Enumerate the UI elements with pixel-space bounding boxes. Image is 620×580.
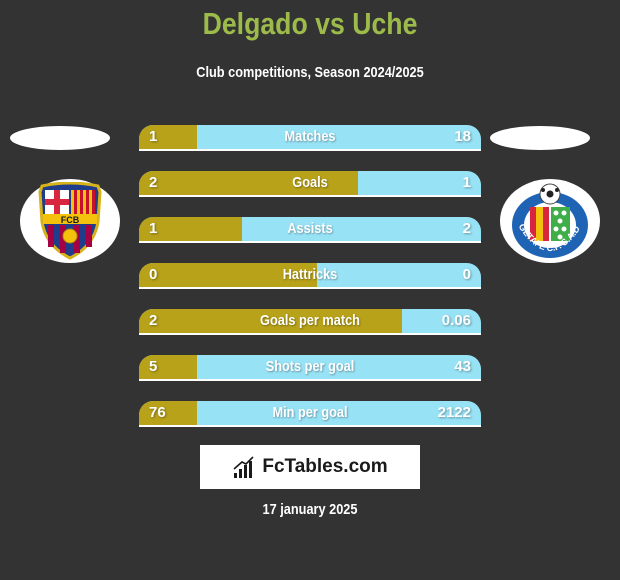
right-player-value: 2 — [462, 220, 471, 237]
fctables-brand[interactable]: FcTables.com — [200, 445, 420, 489]
left-player-value: 2 — [149, 174, 158, 191]
right-player-value: 0 — [462, 266, 471, 283]
stat-row: 76 Min per goal 2122 — [139, 401, 481, 427]
stat-label: Matches — [284, 128, 336, 145]
right-player-value: 18 — [454, 128, 471, 145]
bar-chart-icon — [233, 456, 254, 478]
stat-label: Assists — [287, 220, 333, 237]
left-team-logo[interactable]: FCB — [20, 179, 120, 263]
right-player-value: 43 — [454, 358, 471, 375]
competition-subtitle: Club competitions, Season 2024/2025 — [196, 64, 424, 81]
left-player-value: 1 — [149, 128, 158, 145]
crest-text: FCB — [61, 215, 80, 225]
right-player-value: 0.06 — [441, 312, 471, 329]
left-player-value: 76 — [149, 404, 166, 421]
left-player-value: 1 — [149, 220, 158, 237]
stat-label: Shots per goal — [265, 358, 355, 375]
stat-row: 2 Goals per match 0.06 — [139, 309, 481, 335]
right-team-logo[interactable]: GETAFE C.F. S.A.D. — [500, 179, 600, 263]
left-player-value: 2 — [149, 312, 158, 329]
stat-row: 2 Goals 1 — [139, 171, 481, 197]
stat-label: Min per goal — [272, 404, 348, 421]
getafe-cf-crest-icon: GETAFE C.F. S.A.D. — [508, 181, 588, 258]
brand-name: FcTables.com — [262, 456, 388, 477]
stat-label: Goals per match — [260, 312, 360, 329]
left-player-value: 0 — [149, 266, 158, 283]
fc-barcelona-crest-icon: FCB — [38, 182, 102, 260]
right-player-oval — [490, 126, 590, 150]
right-player-value: 1 — [462, 174, 471, 191]
stat-label: Hattricks — [282, 266, 338, 283]
stat-row: 1 Matches 18 — [139, 125, 481, 151]
left-player-value: 5 — [149, 358, 158, 375]
stat-row: 5 Shots per goal 43 — [139, 355, 481, 381]
stat-label: Goals — [292, 174, 328, 191]
stat-row: 0 Hattricks 0 — [139, 263, 481, 289]
report-date: 17 january 2025 — [262, 501, 358, 518]
page-title: Delgado vs Uche — [202, 6, 418, 41]
right-player-value: 2122 — [437, 404, 471, 421]
stat-row: 1 Assists 2 — [139, 217, 481, 243]
left-player-oval — [10, 126, 110, 150]
